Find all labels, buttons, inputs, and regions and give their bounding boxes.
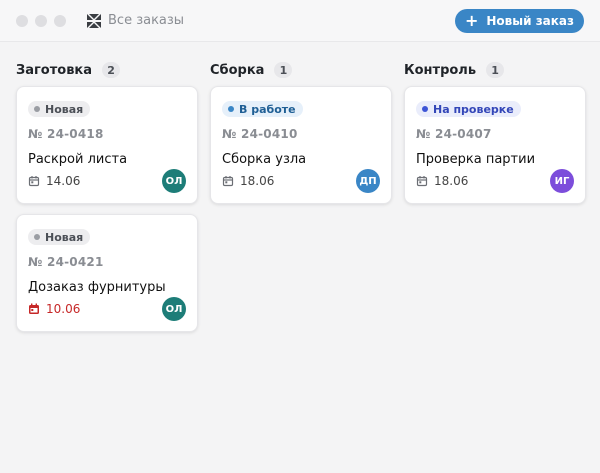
column-count-badge: 1: [486, 62, 505, 78]
order-number: № 24-0421: [28, 255, 104, 269]
status-dot-icon: [422, 106, 428, 112]
order-title: Дозаказ фурнитуры: [28, 280, 166, 295]
app-logo-icon: [86, 13, 102, 29]
order-title: Раскрой листа: [28, 152, 128, 167]
status-badge: Новая: [28, 101, 91, 117]
status-badge: Новая: [28, 229, 91, 245]
column-header: Сборка 1: [210, 58, 392, 82]
order-number: № 24-0410: [222, 127, 298, 141]
column-header: Контроль 1: [404, 58, 586, 82]
card-footer: 10.06 ОЛ: [28, 297, 186, 321]
calendar-icon: [28, 303, 40, 315]
order-number: № 24-0407: [416, 127, 492, 141]
status-label: В работе: [239, 102, 296, 116]
avatar[interactable]: ДП: [356, 169, 380, 193]
column-count-badge: 1: [274, 62, 293, 78]
new-order-label: Новый заказ: [486, 14, 574, 28]
status-dot-icon: [228, 106, 234, 112]
status-dot-icon: [34, 234, 40, 240]
status-badge: В работе: [222, 101, 303, 117]
order-card[interactable]: В работе № 24-0410 Сборка узла 18.06 ДП: [210, 86, 392, 204]
avatar[interactable]: ОЛ: [162, 169, 186, 193]
column-zagotovka: Заготовка 2 Новая № 24-0418 Раскрой лист…: [16, 42, 198, 342]
column-title: Контроль: [404, 62, 477, 78]
order-card[interactable]: Новая № 24-0418 Раскрой листа 14.06 ОЛ: [16, 86, 198, 204]
card-footer: 18.06 ДП: [222, 169, 380, 193]
title-bar: Все заказы + Новый заказ: [0, 0, 600, 42]
status-label: Новая: [45, 230, 84, 244]
column-header: Заготовка 2: [16, 58, 198, 82]
due-date: 10.06: [46, 302, 81, 316]
due-date: 14.06: [46, 174, 81, 188]
card-footer: 18.06 ИГ: [416, 169, 574, 193]
column-sborka: Сборка 1 В работе № 24-0410 Сборка узла …: [210, 42, 392, 342]
column-title: Заготовка: [16, 62, 93, 78]
window-minimize-dot[interactable]: [35, 14, 47, 27]
new-order-button[interactable]: + Новый заказ: [454, 9, 584, 33]
page-title: Все заказы: [108, 13, 185, 28]
card-footer: 14.06 ОЛ: [28, 169, 186, 193]
order-card[interactable]: На проверке № 24-0407 Проверка партии 18…: [404, 86, 586, 204]
order-card[interactable]: Новая № 24-0421 Дозаказ фурнитуры 10.06 …: [16, 214, 198, 332]
status-label: Новая: [45, 102, 84, 116]
window-maximize-dot[interactable]: [54, 14, 66, 27]
calendar-icon: [222, 175, 234, 187]
window-controls: [16, 14, 66, 27]
status-dot-icon: [34, 106, 40, 112]
order-title: Проверка партии: [416, 152, 536, 167]
order-title: Сборка узла: [222, 152, 307, 167]
status-badge: На проверке: [416, 101, 521, 117]
plus-icon: +: [464, 10, 479, 30]
column-count-badge: 2: [102, 62, 121, 78]
calendar-icon: [416, 175, 428, 187]
order-number: № 24-0418: [28, 127, 104, 141]
avatar[interactable]: ОЛ: [162, 297, 186, 321]
column-kontrol: Контроль 1 На проверке № 24-0407 Проверк…: [404, 42, 586, 342]
column-title: Сборка: [210, 62, 265, 78]
avatar[interactable]: ИГ: [550, 169, 574, 193]
due-date: 18.06: [434, 174, 469, 188]
due-date: 18.06: [240, 174, 275, 188]
calendar-icon: [28, 175, 40, 187]
status-label: На проверке: [433, 102, 514, 116]
kanban-board: Заготовка 2 Новая № 24-0418 Раскрой лист…: [0, 42, 600, 342]
window-close-dot[interactable]: [16, 14, 28, 27]
